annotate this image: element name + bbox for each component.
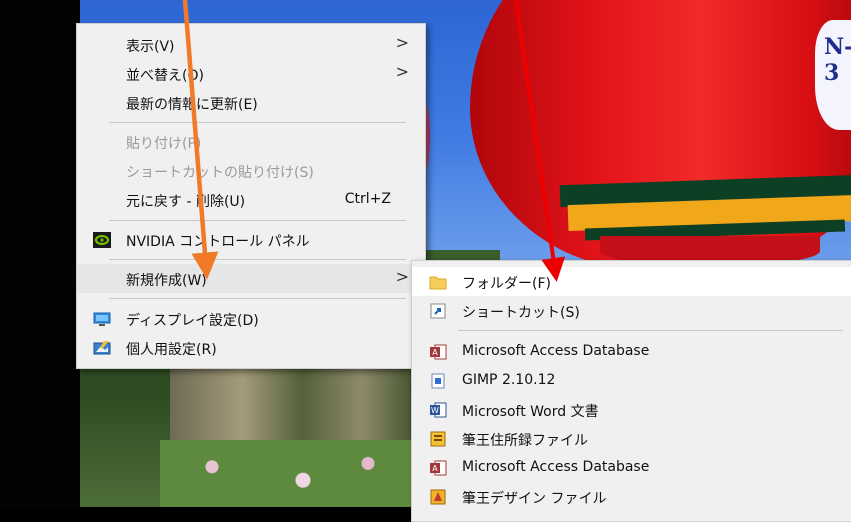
menu-item-label: NVIDIA コントロール パネル xyxy=(126,234,310,250)
submenu-item-access-database-2[interactable]: A Microsoft Access Database xyxy=(412,453,851,482)
menu-item-label: ディスプレイ設定(D) xyxy=(126,313,259,329)
menu-item-label: ショートカットの貼り付け(S) xyxy=(126,165,314,181)
submenu-item-label: Microsoft Access Database xyxy=(462,343,650,359)
submenu-separator xyxy=(458,330,843,331)
menu-item-nvidia-control-panel[interactable]: NVIDIA コントロール パネル xyxy=(77,225,425,254)
submenu-item-word-document[interactable]: W Microsoft Word 文書 xyxy=(412,395,851,424)
chevron-right-icon: > xyxy=(395,62,409,81)
wallpaper-trees xyxy=(170,365,410,445)
menu-item-label: 新規作成(W) xyxy=(126,273,207,289)
wallpaper-dark-edge xyxy=(0,0,80,507)
submenu-item-label: Microsoft Access Database xyxy=(462,459,650,475)
design-file-icon xyxy=(429,489,447,505)
menu-item-label: 最新の情報に更新(E) xyxy=(126,97,258,113)
submenu-item-address-book[interactable]: 筆王住所録ファイル xyxy=(412,424,851,453)
display-settings-icon xyxy=(93,311,111,327)
submenu-item-label: 筆王デザイン ファイル xyxy=(462,491,607,507)
menu-separator xyxy=(109,298,406,299)
menu-item-display-settings[interactable]: ディスプレイ設定(D) xyxy=(77,304,425,333)
submenu-item-label: ショートカット(S) xyxy=(462,305,580,321)
svg-text:A: A xyxy=(432,464,438,473)
menu-item-label: 表示(V) xyxy=(126,39,175,55)
personalize-icon xyxy=(93,340,111,356)
menu-item-label: 貼り付け(P) xyxy=(126,136,202,152)
menu-separator xyxy=(109,259,406,260)
menu-item-paste-shortcut[interactable]: ショートカットの貼り付け(S) xyxy=(77,156,425,185)
new-submenu: フォルダー(F) ショートカット(S) A Microsoft Access D… xyxy=(411,260,851,522)
access-icon: A xyxy=(429,460,447,476)
shortcut-icon xyxy=(429,303,447,319)
submenu-item-label: GIMP 2.10.12 xyxy=(462,372,556,388)
menu-separator xyxy=(109,122,406,123)
menu-item-label: 個人用設定(R) xyxy=(126,342,217,358)
menu-item-sort-by[interactable]: 並べ替え(O) > xyxy=(77,59,425,88)
address-book-icon xyxy=(429,431,447,447)
menu-item-new[interactable]: 新規作成(W) > xyxy=(77,264,425,293)
submenu-item-label: Microsoft Word 文書 xyxy=(462,404,599,420)
svg-text:A: A xyxy=(432,348,438,357)
access-icon: A xyxy=(429,344,447,360)
menu-item-label: 元に戻す - 削除(U) xyxy=(126,194,246,210)
submenu-item-folder[interactable]: フォルダー(F) xyxy=(412,267,851,296)
submenu-item-label: 筆王住所録ファイル xyxy=(462,433,588,449)
chevron-right-icon: > xyxy=(395,33,409,52)
menu-item-view[interactable]: 表示(V) > xyxy=(77,30,425,59)
chevron-right-icon: > xyxy=(395,267,409,286)
nvidia-icon xyxy=(93,232,111,248)
menu-item-personalize[interactable]: 個人用設定(R) xyxy=(77,333,425,362)
desktop-context-menu: 表示(V) > 並べ替え(O) > 最新の情報に更新(E) 貼り付け(P) ショ… xyxy=(76,23,426,369)
wallpaper-balloon-lettering: N-3 xyxy=(824,34,851,86)
gimp-file-icon xyxy=(429,373,447,389)
menu-item-undo-delete[interactable]: 元に戻す - 削除(U) Ctrl+Z xyxy=(77,185,425,214)
folder-icon xyxy=(429,274,447,290)
svg-text:W: W xyxy=(431,406,439,415)
menu-item-label: 並べ替え(O) xyxy=(126,68,204,84)
submenu-item-shortcut[interactable]: ショートカット(S) xyxy=(412,296,851,325)
submenu-item-access-database[interactable]: A Microsoft Access Database xyxy=(412,337,851,366)
submenu-item-gimp[interactable]: GIMP 2.10.12 xyxy=(412,366,851,395)
menu-item-refresh[interactable]: 最新の情報に更新(E) xyxy=(77,88,425,117)
wallpaper-flowers xyxy=(160,440,420,507)
menu-item-paste[interactable]: 貼り付け(P) xyxy=(77,127,425,156)
word-icon: W xyxy=(429,402,447,418)
menu-separator xyxy=(109,220,406,221)
menu-item-shortcut: Ctrl+Z xyxy=(344,191,391,207)
submenu-item-label: フォルダー(F) xyxy=(462,276,551,292)
